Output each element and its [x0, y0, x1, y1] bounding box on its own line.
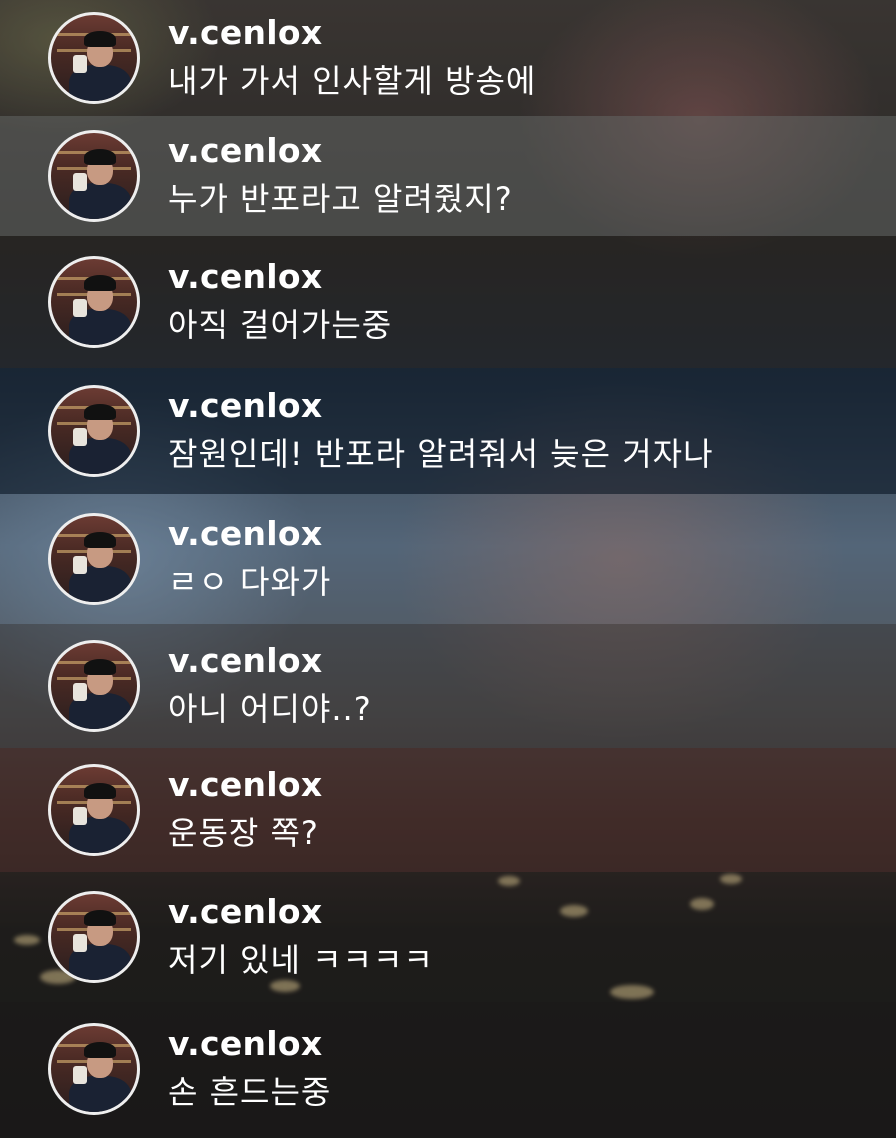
comment-row[interactable]: v.cenlox 아니 어디야..?	[0, 624, 896, 748]
comment-row[interactable]: v.cenlox 누가 반포라고 알려줬지?	[0, 116, 896, 236]
comment-content: v.cenlox 잠원인데! 반포라 알려줘서 늦은 거자나	[168, 386, 714, 476]
avatar[interactable]	[48, 12, 140, 104]
comment-message: 잠원인데! 반포라 알려줘서 늦은 거자나	[168, 435, 714, 473]
comment-row[interactable]: v.cenlox 저기 있네 ㅋㅋㅋㅋ	[0, 872, 896, 1002]
live-stream-view: v.cenlox 내가 가서 인사할게 방송에 v.cenlox 누가 반포라고…	[0, 0, 896, 1138]
comment-message: 저기 있네 ㅋㅋㅋㅋ	[168, 941, 434, 979]
comment-username[interactable]: v.cenlox	[168, 765, 322, 805]
comment-username[interactable]: v.cenlox	[168, 641, 372, 681]
live-comment-feed: v.cenlox 내가 가서 인사할게 방송에 v.cenlox 누가 반포라고…	[0, 0, 896, 1136]
comment-message: 내가 가서 인사할게 방송에	[168, 62, 537, 100]
avatar[interactable]	[48, 385, 140, 477]
comment-username[interactable]: v.cenlox	[168, 514, 331, 554]
comment-message: 운동장 쪽?	[168, 814, 319, 852]
comment-row[interactable]: v.cenlox 운동장 쪽?	[0, 748, 896, 872]
comment-username[interactable]: v.cenlox	[168, 892, 434, 932]
comment-message: 아직 걸어가는중	[168, 306, 393, 344]
avatar[interactable]	[48, 1023, 140, 1115]
comment-row[interactable]: v.cenlox ㄹㅇ 다와가	[0, 494, 896, 624]
comment-message: 아니 어디야..?	[168, 690, 372, 728]
comment-content: v.cenlox 운동장 쪽?	[168, 765, 322, 855]
comment-message: ㄹㅇ 다와가	[168, 563, 332, 601]
comment-content: v.cenlox 누가 반포라고 알려줬지?	[168, 131, 513, 221]
comment-username[interactable]: v.cenlox	[168, 257, 392, 297]
comment-message: 손 흔드는중	[168, 1073, 332, 1111]
comment-content: v.cenlox 내가 가서 인사할게 방송에	[168, 13, 536, 103]
comment-username[interactable]: v.cenlox	[168, 1024, 331, 1064]
comment-row[interactable]: v.cenlox 아직 걸어가는중	[0, 236, 896, 368]
comment-message: 누가 반포라고 알려줬지?	[168, 180, 513, 218]
avatar[interactable]	[48, 130, 140, 222]
comment-row[interactable]: v.cenlox 내가 가서 인사할게 방송에	[0, 0, 896, 116]
avatar[interactable]	[48, 764, 140, 856]
avatar[interactable]	[48, 256, 140, 348]
avatar[interactable]	[48, 640, 140, 732]
comment-username[interactable]: v.cenlox	[168, 131, 513, 171]
comment-row[interactable]: v.cenlox 잠원인데! 반포라 알려줘서 늦은 거자나	[0, 368, 896, 494]
avatar[interactable]	[48, 891, 140, 983]
comment-content: v.cenlox 아니 어디야..?	[168, 641, 372, 731]
comment-row[interactable]: v.cenlox 손 흔드는중	[0, 1002, 896, 1136]
comment-content: v.cenlox 손 흔드는중	[168, 1024, 331, 1114]
comment-content: v.cenlox 아직 걸어가는중	[168, 257, 392, 347]
avatar[interactable]	[48, 513, 140, 605]
comment-content: v.cenlox 저기 있네 ㅋㅋㅋㅋ	[168, 892, 434, 982]
comment-username[interactable]: v.cenlox	[168, 386, 714, 426]
comment-content: v.cenlox ㄹㅇ 다와가	[168, 514, 331, 604]
comment-username[interactable]: v.cenlox	[168, 13, 536, 53]
